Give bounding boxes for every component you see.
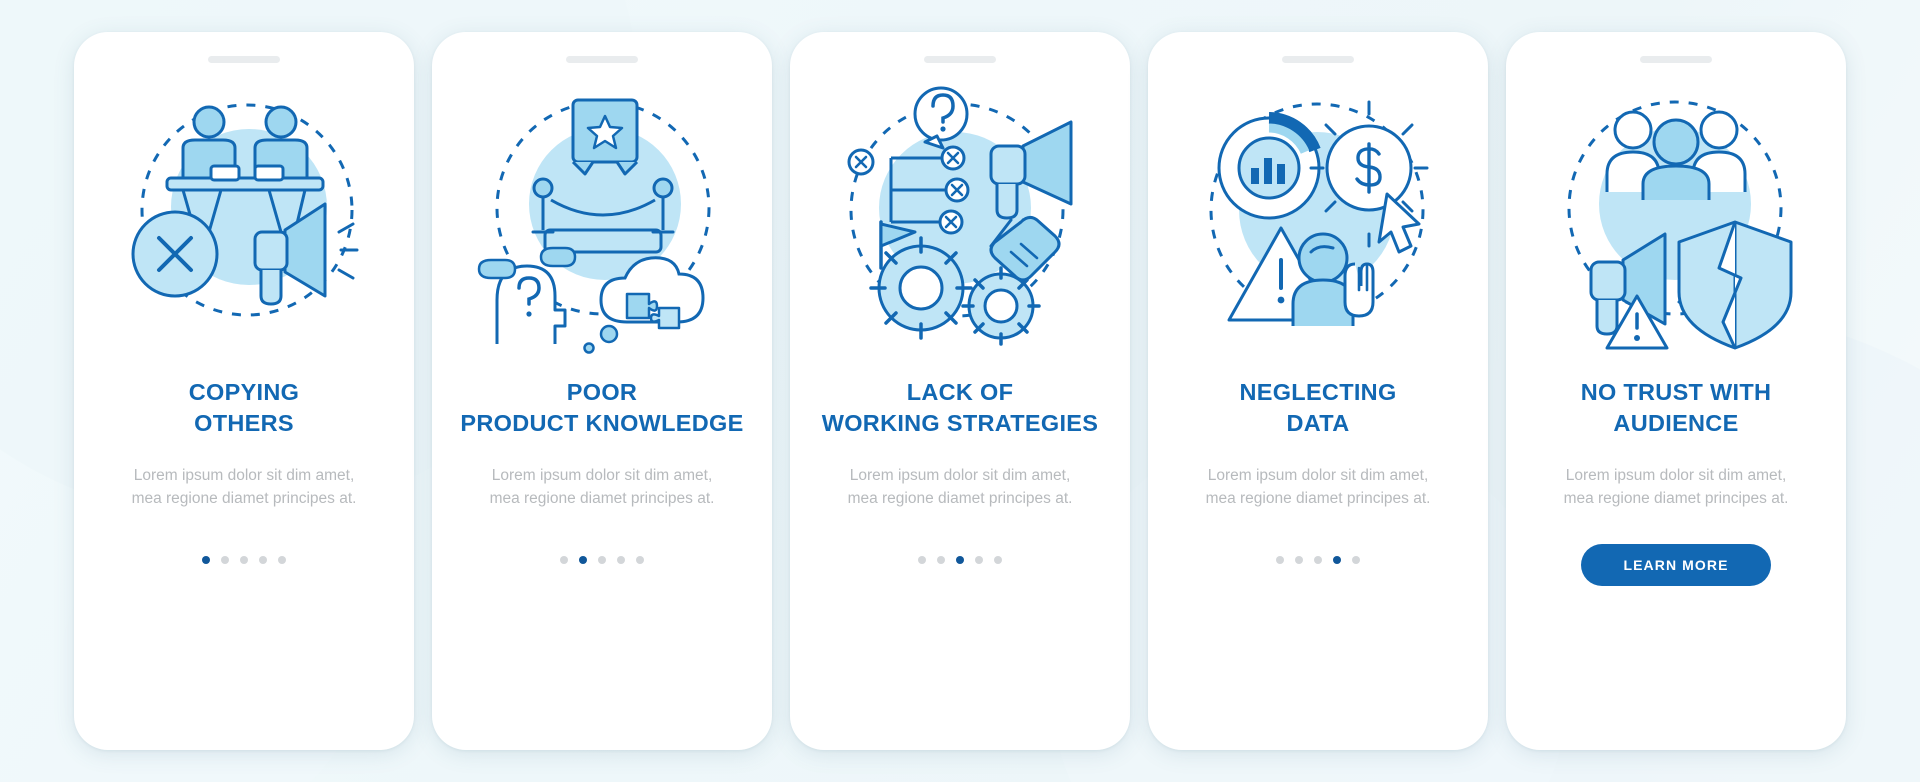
pagination-dot-1[interactable] <box>560 556 568 564</box>
screen-title: COPYING OTHERS <box>94 377 394 439</box>
pagination-dot-2[interactable] <box>1295 556 1303 564</box>
screen-title-line-2: WORKING STRATEGIES <box>821 410 1099 436</box>
screen-title-line-2: PRODUCT KNOWLEDGE <box>460 410 744 436</box>
phone-screen-no-trust-with-audience[interactable]: NO TRUST WITH AUDIENCE Lorem ipsum dolor… <box>1506 32 1846 750</box>
pagination-dots[interactable] <box>1276 556 1360 564</box>
pagination-dots[interactable] <box>918 556 1002 564</box>
podium-question-thought-puzzle-icon <box>477 98 711 354</box>
screen-title-line-2: OTHERS <box>194 410 294 436</box>
pagination-dot-4[interactable] <box>1333 556 1341 564</box>
onboarding-screens-illustration: COPYING OTHERS Lorem ipsum dolor sit dim… <box>0 0 1920 782</box>
screen-title: NO TRUST WITH AUDIENCE <box>1526 377 1826 439</box>
phone-screen-neglecting-data[interactable]: NEGLECTING DATA Lorem ipsum dolor sit di… <box>1148 32 1488 750</box>
chart-dollar-cursor-warning-person-icon <box>1209 100 1429 326</box>
pagination-dot-3[interactable] <box>598 556 606 564</box>
screen-title-line-2: DATA <box>1286 410 1350 436</box>
pagination-dot-1[interactable] <box>1276 556 1284 564</box>
phone-speaker-notch <box>924 56 996 63</box>
pagination-dot-3[interactable] <box>240 556 248 564</box>
pagination-dot-1[interactable] <box>918 556 926 564</box>
phone-screen-lack-of-working-strategies[interactable]: LACK OF WORKING STRATEGIES Lorem ipsum d… <box>790 32 1130 750</box>
pagination-dot-2[interactable] <box>579 556 587 564</box>
lack-of-working-strategies-illustration <box>810 77 1110 367</box>
pagination-dot-2[interactable] <box>221 556 229 564</box>
pagination-dot-5[interactable] <box>278 556 286 564</box>
screen-body-text: Lorem ipsum dolor sit dim amet, mea regi… <box>131 467 357 507</box>
phone-speaker-notch <box>1640 56 1712 63</box>
phone-screens-row: COPYING OTHERS Lorem ipsum dolor sit dim… <box>0 0 1920 782</box>
pagination-dot-4[interactable] <box>259 556 267 564</box>
phone-screen-copying-others[interactable]: COPYING OTHERS Lorem ipsum dolor sit dim… <box>74 32 414 750</box>
screen-title-line-2: AUDIENCE <box>1613 410 1739 436</box>
screen-body-text: Lorem ipsum dolor sit dim amet, mea regi… <box>1205 467 1431 507</box>
pagination-dot-5[interactable] <box>1352 556 1360 564</box>
pagination-dot-3[interactable] <box>1314 556 1322 564</box>
screen-body-text: Lorem ipsum dolor sit dim amet, mea regi… <box>489 467 715 507</box>
copying-others-illustration <box>94 77 394 367</box>
screen-body-text: Lorem ipsum dolor sit dim amet, mea regi… <box>1563 467 1789 507</box>
screen-title-line-1: POOR <box>566 379 638 405</box>
phone-speaker-notch <box>1282 56 1354 63</box>
phone-speaker-notch <box>208 56 280 63</box>
screen-title-line-1: LACK OF <box>906 379 1014 405</box>
people-copying-megaphone-cross-icon <box>131 103 359 317</box>
pagination-dots[interactable] <box>202 556 286 564</box>
phone-speaker-notch <box>566 56 638 63</box>
pagination-dot-5[interactable] <box>994 556 1002 564</box>
audience-megaphone-broken-shield-icon <box>1567 100 1793 350</box>
screen-title-line-1: NEGLECTING <box>1239 379 1397 405</box>
screen-title-line-1: COPYING <box>188 379 300 405</box>
pagination-dot-4[interactable] <box>617 556 625 564</box>
pagination-dot-1[interactable] <box>202 556 210 564</box>
pagination-dot-5[interactable] <box>636 556 644 564</box>
no-trust-with-audience-illustration <box>1526 77 1826 367</box>
learn-more-button[interactable]: LEARN MORE <box>1581 544 1771 586</box>
pagination-dot-2[interactable] <box>937 556 945 564</box>
pagination-dot-3[interactable] <box>956 556 964 564</box>
pagination-dot-4[interactable] <box>975 556 983 564</box>
screen-title: NEGLECTING DATA <box>1168 377 1468 439</box>
screen-title: LACK OF WORKING STRATEGIES <box>810 377 1110 439</box>
poor-product-knowledge-illustration <box>452 77 752 367</box>
phone-screen-poor-product-knowledge[interactable]: POOR PRODUCT KNOWLEDGE Lorem ipsum dolor… <box>432 32 772 750</box>
neglecting-data-illustration <box>1168 77 1468 367</box>
screen-title-line-1: NO TRUST WITH <box>1580 379 1772 405</box>
pagination-dots[interactable] <box>560 556 644 564</box>
screen-body-text: Lorem ipsum dolor sit dim amet, mea regi… <box>847 467 1073 507</box>
screen-title: POOR PRODUCT KNOWLEDGE <box>452 377 752 439</box>
gears-flowchart-megaphone-handshake-icon <box>847 86 1073 346</box>
